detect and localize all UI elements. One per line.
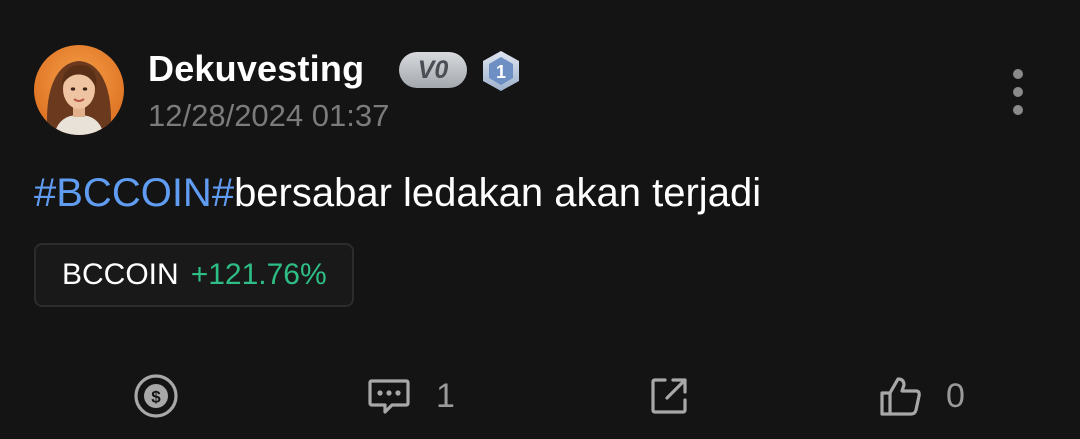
more-vertical-icon <box>1013 69 1023 79</box>
post-timestamp: 12/28/2024 01:37 <box>148 98 390 133</box>
rank-badge-number: 1 <box>496 62 506 82</box>
share-icon <box>651 378 687 414</box>
rank-badge: 1 <box>480 49 522 93</box>
svg-text:$: $ <box>151 388 161 407</box>
share-button[interactable] <box>647 370 691 422</box>
more-vertical-icon-dot <box>1013 87 1023 97</box>
more-vertical-icon-dot <box>1013 105 1023 115</box>
level-badge: V0 <box>399 52 467 88</box>
comment-button[interactable]: 1 <box>366 370 455 422</box>
tip-button[interactable]: $ <box>132 370 180 422</box>
ticker-chip[interactable]: BCCOIN +121.76% <box>34 243 354 307</box>
post-body-text: bersabar ledakan akan terjadi <box>234 171 762 215</box>
author-name[interactable]: Dekuvesting <box>148 44 364 94</box>
thumbs-up-icon <box>880 377 921 416</box>
like-count: 0 <box>946 377 965 415</box>
like-button[interactable]: 0 <box>878 370 965 422</box>
ticker-change: +121.76% <box>190 258 327 291</box>
coin-tip-icon: $ <box>134 374 178 418</box>
comment-icon <box>368 379 410 414</box>
comment-count: 1 <box>436 377 455 415</box>
ticker-symbol: BCCOIN <box>62 258 179 291</box>
post-card: Dekuvesting V0 1 12/28/2024 01:37 #BCCOI… <box>0 0 1080 439</box>
more-options-button[interactable] <box>1002 66 1034 118</box>
post-content: #BCCOIN#bersabar ledakan akan terjadi <box>34 166 761 220</box>
avatar[interactable] <box>34 45 124 135</box>
hashtag-link[interactable]: #BCCOIN# <box>34 171 234 215</box>
